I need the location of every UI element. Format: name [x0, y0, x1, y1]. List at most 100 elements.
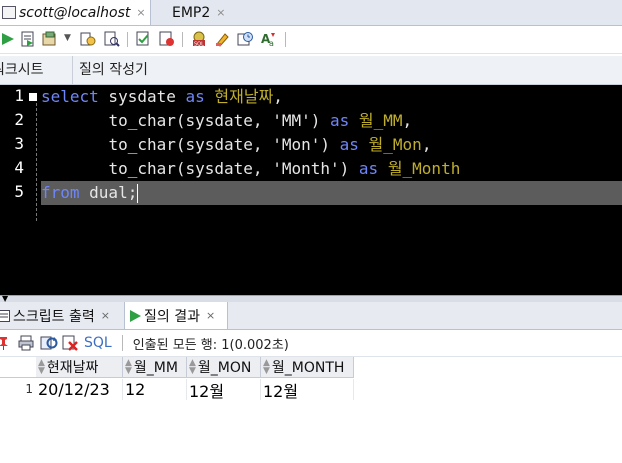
- tab-script-output[interactable]: 스크립트 출력 ×: [0, 302, 122, 329]
- result-toolbar: SQL 인출된 모든 행: 1(0.002초): [0, 330, 622, 357]
- string-literal: 'Month': [272, 159, 340, 178]
- text-caret: [137, 184, 139, 203]
- toolbar-separator: [121, 335, 123, 351]
- close-icon[interactable]: ×: [206, 309, 215, 322]
- format-icon[interactable]: Aa: [261, 31, 277, 47]
- output-tab-strip: 스크립트 출력 × 질의 결과 ×: [0, 302, 622, 330]
- keyword: as: [185, 87, 205, 106]
- column-alias: 현재날짜: [214, 87, 274, 106]
- close-icon[interactable]: ×: [216, 6, 225, 19]
- tab-query-builder[interactable]: 질의 작성기: [79, 56, 148, 84]
- current-code-line[interactable]: from dual;: [41, 181, 622, 205]
- line-number: 3: [14, 134, 24, 153]
- tab-worksheet[interactable]: 워크시트: [0, 56, 73, 84]
- code-text: ): [339, 159, 359, 178]
- panel-splitter[interactable]: ▼: [0, 294, 622, 303]
- history-icon[interactable]: [237, 31, 253, 47]
- column-header[interactable]: ▲ ▼ 월_MON: [187, 357, 261, 378]
- column-header[interactable]: ▲ ▼ 월_MONTH: [261, 357, 354, 378]
- line-number: 1: [14, 86, 24, 105]
- code-line[interactable]: to_char(sysdate, 'Mon') as 월_Mon,: [41, 133, 431, 157]
- sort-icon[interactable]: ▲ ▼: [38, 359, 45, 376]
- explain-plan-icon[interactable]: [104, 31, 120, 47]
- line-number: 4: [14, 158, 24, 177]
- refresh-icon[interactable]: [40, 335, 58, 351]
- rollback-icon[interactable]: [80, 31, 96, 47]
- database-connection-icon: [2, 6, 16, 19]
- line-number: 2: [14, 110, 24, 129]
- code-line[interactable]: to_char(sysdate, 'MM') as 월_MM,: [41, 109, 412, 133]
- code-text: ,: [402, 111, 413, 130]
- code-line[interactable]: select sysdate as 현재날짜,: [41, 85, 283, 109]
- grid-cell[interactable]: 12월: [261, 379, 354, 401]
- code-line[interactable]: to_char(sysdate, 'Month') as 월_Month: [41, 157, 460, 181]
- run-statement-icon[interactable]: [0, 31, 16, 47]
- sql-tuning-icon[interactable]: [159, 31, 175, 47]
- row-number[interactable]: 1: [0, 379, 36, 400]
- cancel-fetch-icon[interactable]: [62, 335, 78, 351]
- fold-collapse-icon[interactable]: [29, 93, 37, 101]
- string-literal: 'MM': [272, 111, 311, 130]
- column-header[interactable]: ▲ ▼ 현재날짜: [36, 357, 123, 378]
- keyword: from: [41, 183, 80, 202]
- sql-editor[interactable]: 1 2 3 4 5 select sysdate as 현재날짜, to_cha…: [0, 85, 622, 295]
- print-icon[interactable]: [18, 335, 34, 351]
- column-alias: 월_Mon: [368, 135, 422, 154]
- grid-cell[interactable]: 12: [123, 379, 187, 400]
- autotrace-icon[interactable]: [136, 31, 152, 47]
- line-number-gutter: 1 2 3 4 5: [0, 85, 38, 295]
- tab-label: EMP2: [172, 4, 211, 21]
- sort-icon[interactable]: ▲ ▼: [263, 359, 270, 376]
- column-header-label: 월_MONTH: [271, 360, 345, 376]
- tab-label: 질의 작성기: [79, 62, 148, 78]
- code-text: to_char(sysdate,: [108, 111, 273, 130]
- close-icon[interactable]: ×: [136, 6, 145, 19]
- code-text: ): [320, 135, 340, 154]
- run-result-icon: [130, 309, 141, 322]
- fold-guide: [36, 103, 37, 221]
- row-header-corner: [0, 357, 36, 378]
- close-icon[interactable]: ×: [101, 309, 110, 322]
- grid-cell[interactable]: 12월: [187, 379, 261, 401]
- script-output-icon: [0, 309, 10, 322]
- column-header-label: 현재날짜: [46, 360, 99, 376]
- keyword: as: [358, 159, 379, 178]
- sql-worksheet-icon[interactable]: SQL: [191, 31, 207, 47]
- sql-link[interactable]: SQL: [84, 335, 112, 351]
- toolbar-separator: [127, 32, 128, 47]
- keyword: select: [41, 87, 99, 106]
- commit-icon[interactable]: [42, 31, 58, 47]
- tab-label: scott@localhost: [19, 4, 131, 21]
- tab-label: 질의 결과: [144, 308, 200, 325]
- toolbar-separator: [182, 32, 183, 47]
- code-text: dual;: [79, 183, 138, 202]
- pin-icon[interactable]: [0, 336, 10, 350]
- sort-icon[interactable]: ▲ ▼: [125, 359, 132, 376]
- toolbar-separator: [285, 32, 286, 47]
- tab-emp2[interactable]: EMP2 ×: [153, 0, 238, 376]
- grid-cell[interactable]: 20/12/23: [36, 379, 123, 400]
- column-alias: 월_Month: [387, 159, 461, 178]
- column-header-label: 월_MM: [133, 360, 178, 376]
- fetch-status: 인출된 모든 행: 1(0.002초): [132, 337, 289, 353]
- tab-query-result[interactable]: 질의 결과 ×: [124, 302, 228, 329]
- chevron-down-icon[interactable]: ▼: [64, 33, 71, 43]
- document-tab-strip: scott@localhost × EMP2 ×: [0, 0, 622, 376]
- keyword: as: [339, 135, 359, 154]
- code-text: to_char(sysdate,: [108, 159, 273, 178]
- column-header[interactable]: ▲ ▼ 월_MM: [123, 357, 187, 378]
- sort-icon[interactable]: ▲ ▼: [189, 359, 196, 376]
- clear-icon[interactable]: [214, 31, 230, 47]
- line-number: 5: [14, 182, 24, 201]
- code-text: sysdate: [98, 87, 186, 106]
- run-script-icon[interactable]: [20, 31, 36, 47]
- code-text: ): [310, 111, 330, 130]
- tab-scott-localhost[interactable]: scott@localhost ×: [0, 0, 151, 25]
